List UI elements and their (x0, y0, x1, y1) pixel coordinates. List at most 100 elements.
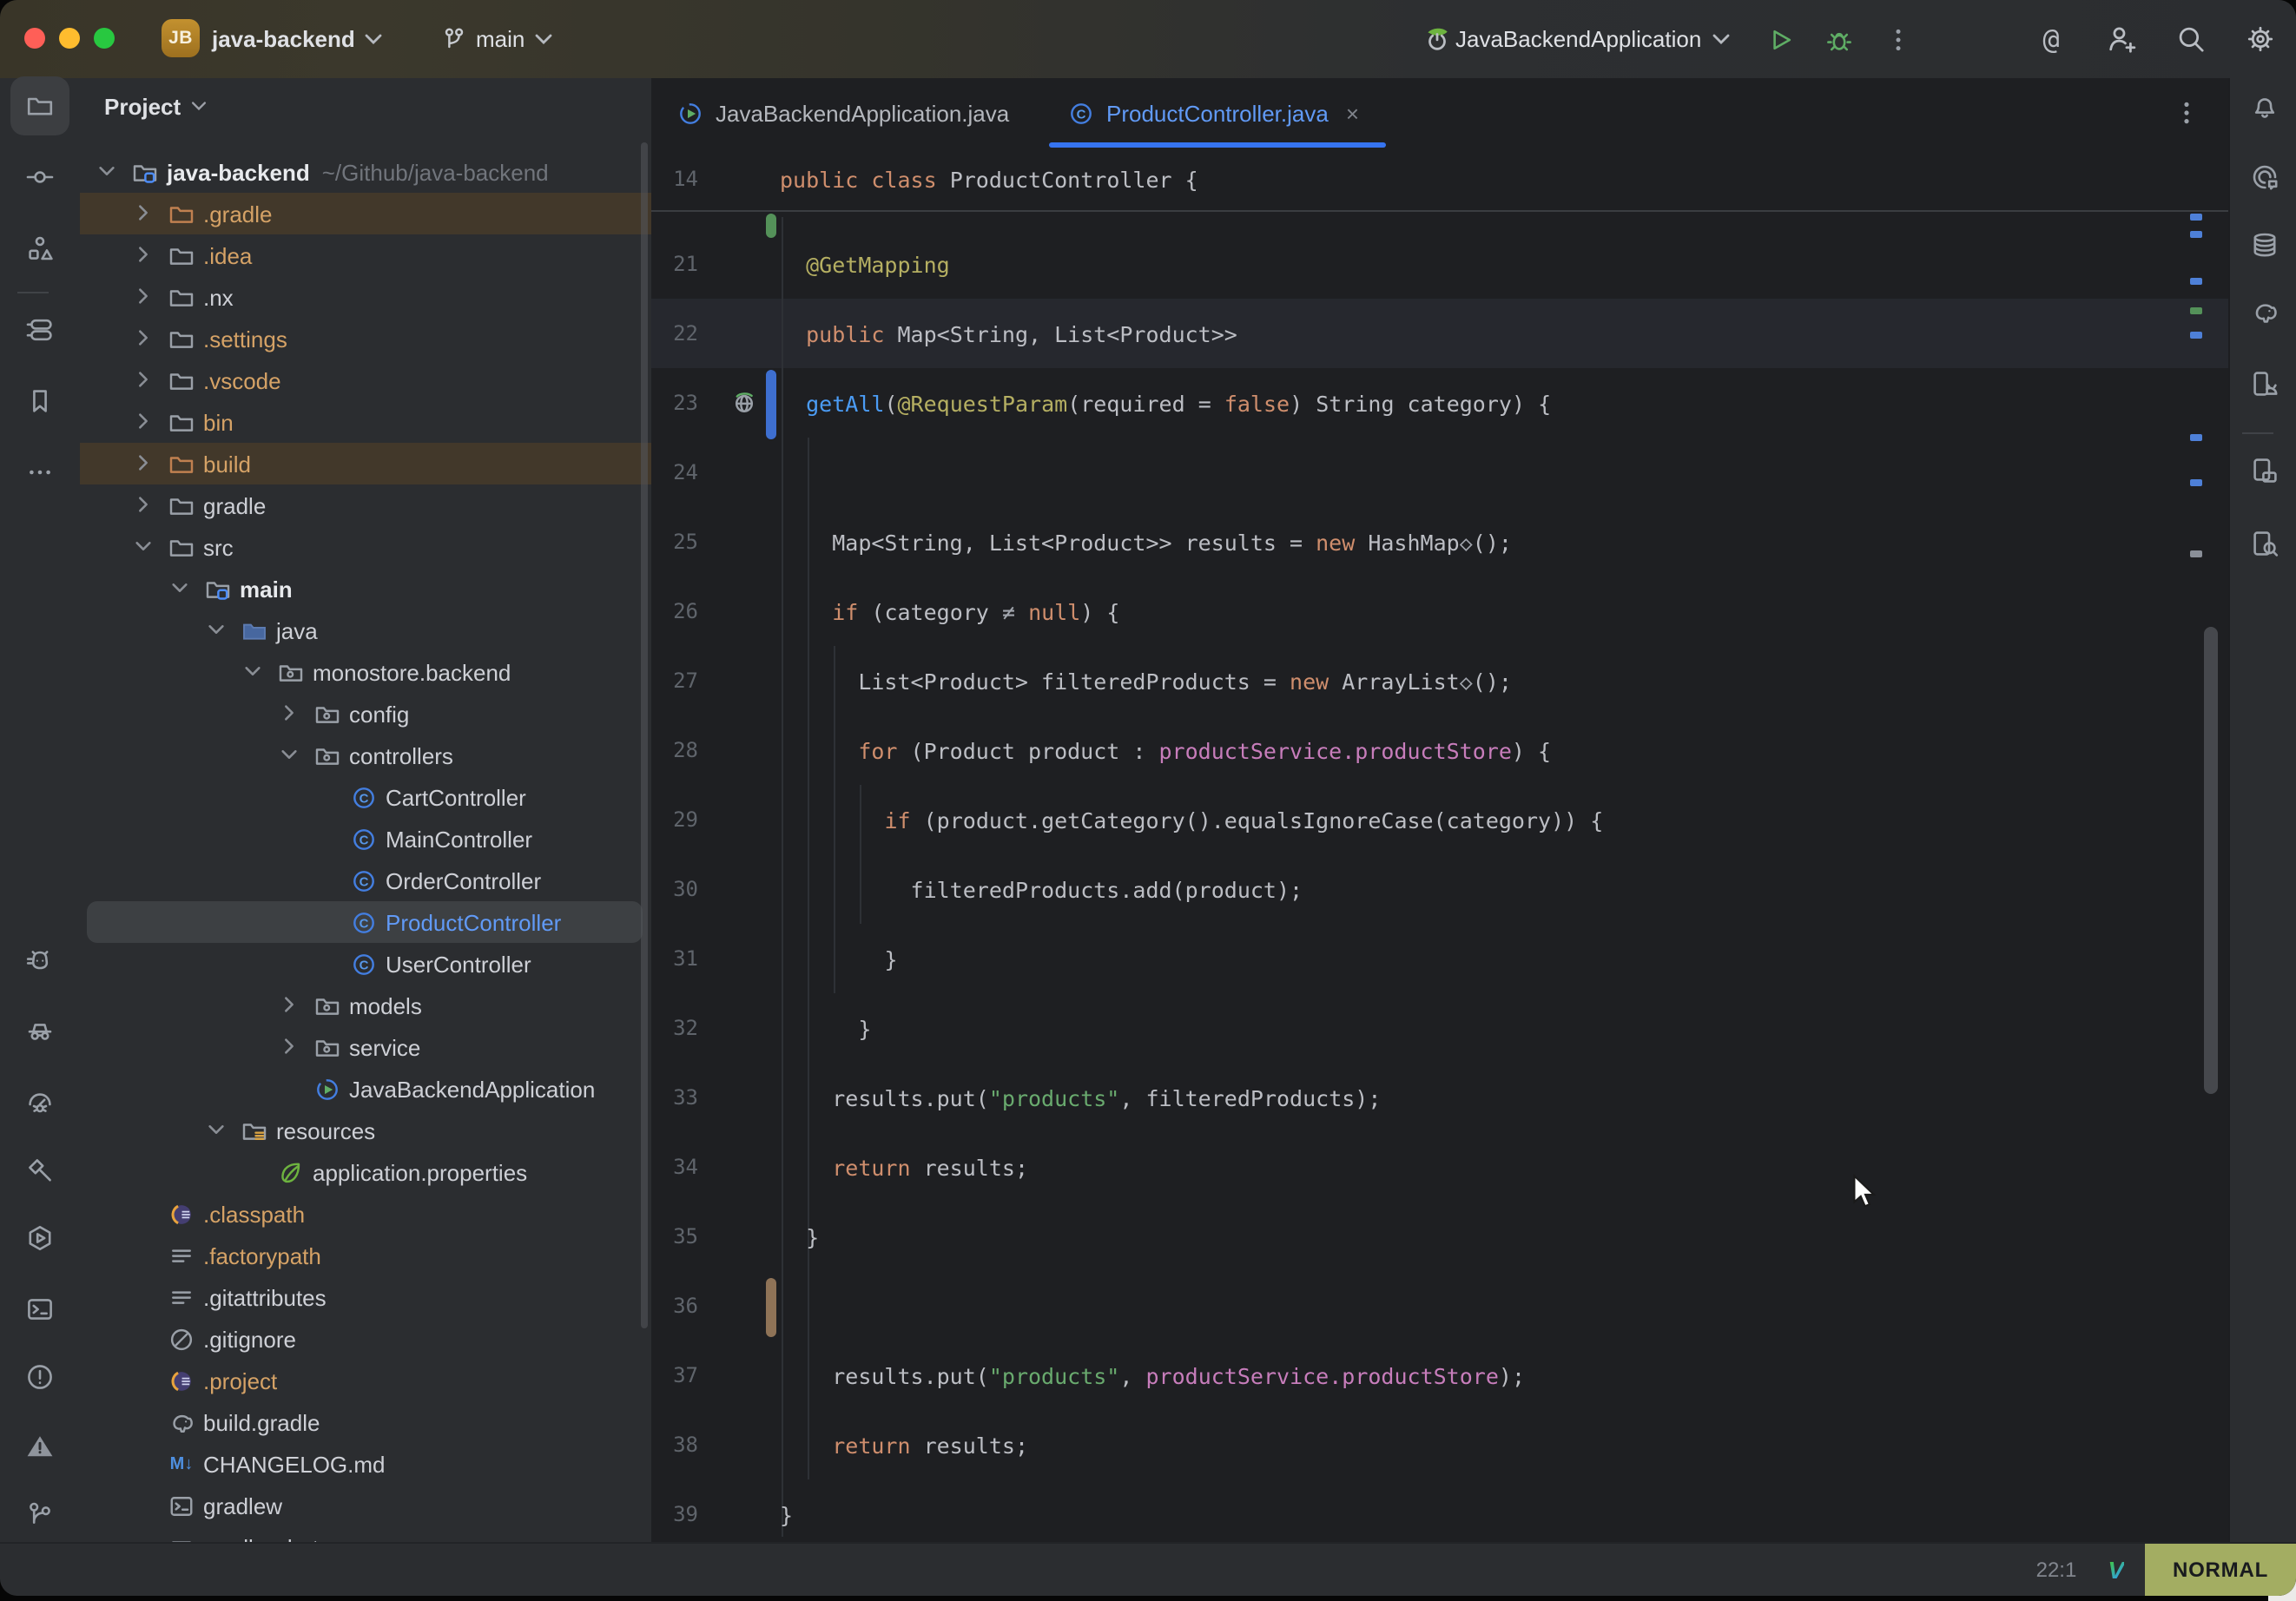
tree-item-resources[interactable]: resources (80, 1110, 651, 1151)
line-number[interactable]: 24 (651, 460, 698, 484)
incognito-tool-button[interactable] (10, 1000, 69, 1059)
tree-item-javabackendapplication[interactable]: JavaBackendApplication (80, 1068, 651, 1110)
vim-mode-badge[interactable]: NORMAL (2145, 1544, 2296, 1596)
editor-area[interactable]: JavaBackendApplication.javaCProductContr… (651, 78, 2228, 1544)
line-number[interactable]: 31 (651, 946, 698, 971)
tab-javabackendapplication-java[interactable]: JavaBackendApplication.java (662, 78, 1044, 148)
project-tree-scrollbar[interactable] (641, 142, 648, 1328)
tree-item--gradle[interactable]: .gradle (80, 193, 651, 234)
tree-item-src[interactable]: src (80, 526, 651, 568)
problems-tool-button[interactable] (10, 1347, 69, 1407)
tree-item-service[interactable]: service (80, 1026, 651, 1068)
code-line-31[interactable]: 31 } (651, 924, 2228, 993)
pull-requests-tool-button[interactable] (10, 300, 69, 359)
line-number[interactable]: 30 (651, 877, 698, 901)
run-button[interactable] (1758, 16, 1803, 62)
line-number[interactable]: 33 (651, 1085, 698, 1110)
device-explorer-tool-button[interactable] (2235, 514, 2294, 573)
code-line-39[interactable]: 39} (651, 1479, 2228, 1544)
error-stripe-mark[interactable] (2190, 214, 2202, 221)
line-number[interactable]: 23 (651, 391, 698, 415)
chevron-collapsed-icon[interactable] (134, 245, 155, 266)
line-number[interactable]: 39 (651, 1502, 698, 1526)
tree-item-gradlew[interactable]: gradlew (80, 1485, 651, 1526)
tree-item--settings[interactable]: .settings (80, 318, 651, 359)
device-manager-tool-button[interactable] (2235, 354, 2294, 413)
bookmarks-tool-button[interactable] (10, 372, 69, 431)
line-number[interactable]: 34 (651, 1155, 698, 1179)
line-number[interactable]: 27 (651, 669, 698, 693)
more-button[interactable] (1876, 16, 1921, 62)
error-stripe-mark[interactable] (2190, 332, 2202, 339)
chevron-collapsed-icon[interactable] (280, 1037, 300, 1057)
chevron-collapsed-icon[interactable] (134, 412, 155, 432)
build-tool-button[interactable] (10, 1141, 69, 1200)
line-number[interactable]: 32 (651, 1016, 698, 1040)
chevron-collapsed-icon[interactable] (134, 203, 155, 224)
chevron-collapsed-icon[interactable] (280, 995, 300, 1016)
error-stripe-mark[interactable] (2190, 479, 2202, 486)
chevron-expanded-icon[interactable] (134, 537, 155, 557)
tree-item-maincontroller[interactable]: CMainController (80, 818, 651, 860)
project-panel-header[interactable]: Project (104, 78, 207, 134)
tree-item-monostore-backend[interactable]: monostore.backend (80, 651, 651, 693)
code-line-25[interactable]: 25 Map<String, List<Product>> results = … (651, 507, 2228, 576)
ai-assistant-button[interactable]: @ (2029, 16, 2074, 62)
line-number[interactable]: 35 (651, 1224, 698, 1249)
code-line-26[interactable]: 26 if (category ≠ null) { (651, 576, 2228, 646)
editor-options-kebab-icon[interactable] (2173, 99, 2200, 127)
code-line-30[interactable]: 30 filteredProducts.add(product); (651, 854, 2228, 924)
chevron-collapsed-icon[interactable] (134, 328, 155, 349)
minimize-window-button[interactable] (59, 28, 80, 49)
tree-item--gitattributes[interactable]: .gitattributes (80, 1276, 651, 1318)
code-line-35[interactable]: 35 } (651, 1202, 2228, 1271)
database-tool-button[interactable] (2235, 215, 2294, 274)
chevron-collapsed-icon[interactable] (134, 495, 155, 516)
editor-scrollbar-thumb[interactable] (2204, 627, 2218, 1094)
tree-item-application-properties[interactable]: application.properties (80, 1151, 651, 1193)
chevron-collapsed-icon[interactable] (280, 703, 300, 724)
project-switcher[interactable]: java-backend (212, 0, 383, 78)
tree-item-controllers[interactable]: controllers (80, 735, 651, 776)
chevron-collapsed-icon[interactable] (134, 453, 155, 474)
project-avatar[interactable]: JB (162, 19, 200, 57)
chevron-expanded-icon[interactable] (170, 578, 191, 599)
git-tool-button[interactable] (10, 1485, 69, 1544)
chevron-expanded-icon[interactable] (207, 1120, 228, 1141)
code-line-24[interactable]: 24 (651, 438, 2228, 507)
error-stripe-mark[interactable] (2190, 550, 2202, 557)
commit-tool-button[interactable] (10, 148, 69, 207)
notifications-tool-button[interactable] (2235, 76, 2294, 135)
tree-item-changelog-md[interactable]: M↓CHANGELOG.md (80, 1443, 651, 1485)
code-line-22[interactable]: 22 public Map<String, List<Product>> (651, 299, 2228, 368)
tree-item-models[interactable]: models (80, 985, 651, 1026)
tree-item--vscode[interactable]: .vscode (80, 359, 651, 401)
branch-switcher[interactable]: main (476, 0, 552, 78)
profiler-tool-button[interactable] (10, 1071, 69, 1130)
code-line-34[interactable]: 34 return results; (651, 1132, 2228, 1202)
code-line-33[interactable]: 33 results.put("products", filteredProdu… (651, 1063, 2228, 1132)
chevron-expanded-icon[interactable] (97, 161, 118, 182)
tree-item--nx[interactable]: .nx (80, 276, 651, 318)
tree-item--classpath[interactable]: .classpath (80, 1193, 651, 1235)
add-user-button[interactable] (2098, 16, 2143, 62)
tree-item-gradlew-bat[interactable]: gradlew.bat (80, 1526, 651, 1544)
code-line-28[interactable]: 28 for (Product product : productService… (651, 715, 2228, 785)
code-line-37[interactable]: 37 results.put("products", productServic… (651, 1341, 2228, 1410)
chevron-collapsed-icon[interactable] (134, 287, 155, 307)
gradle-tool-button[interactable] (2235, 283, 2294, 342)
debug-button[interactable] (1817, 16, 1862, 62)
endpoint-globe-icon[interactable] (731, 389, 757, 415)
tree-item-bin[interactable]: bin (80, 401, 651, 443)
project-tool-button[interactable] (10, 76, 69, 135)
line-number[interactable]: 29 (651, 807, 698, 832)
chevron-expanded-icon[interactable] (243, 662, 264, 682)
settings-button[interactable] (2237, 16, 2282, 62)
running-devices-tool-button[interactable] (2235, 441, 2294, 500)
close-window-button[interactable] (24, 28, 45, 49)
tree-item--factorypath[interactable]: .factorypath (80, 1235, 651, 1276)
tree-item-ordercontroller[interactable]: COrderController (80, 860, 651, 901)
line-number[interactable]: 36 (651, 1294, 698, 1318)
line-number[interactable]: 22 (651, 321, 698, 346)
tree-item-config[interactable]: config (80, 693, 651, 735)
